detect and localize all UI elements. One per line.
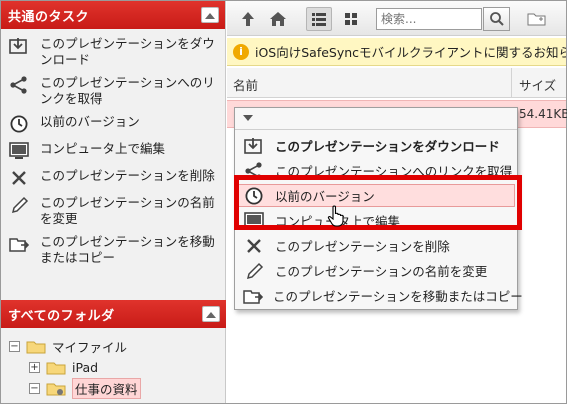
common-tasks-title: 共通のタスク xyxy=(8,9,90,25)
column-divider[interactable] xyxy=(511,68,512,98)
column-name-header[interactable]: 名前 xyxy=(233,75,258,94)
home-button[interactable] xyxy=(265,7,291,31)
tree-item-ipad[interactable]: + iPad xyxy=(9,357,141,378)
menu-item-label: このプレゼンテーションを移動またはコピー xyxy=(273,289,523,304)
task-label: このプレゼンテーションへのリンクを取得 xyxy=(40,75,215,106)
task-label: このプレゼンテーションの名前を変更 xyxy=(40,195,215,226)
monitor-icon xyxy=(8,141,30,161)
file-list-header: 名前 サイズ xyxy=(227,68,566,98)
task-label: コンピュータ上で編集 xyxy=(40,141,166,156)
folder-add-icon xyxy=(527,13,546,26)
grid-view-icon xyxy=(345,13,357,25)
task-list: このプレゼンテーションをダウンロード このプレゼンテーションへのリンクを取得 以… xyxy=(1,29,225,266)
move-copy-icon xyxy=(8,234,30,254)
task-label: 以前のバージョン xyxy=(40,114,140,129)
menu-item-label: このプレゼンテーションを削除 xyxy=(275,239,450,254)
common-tasks-header[interactable]: 共通のタスク xyxy=(1,1,225,29)
task-label: このプレゼンテーションを削除 xyxy=(40,168,215,183)
task-previous-versions[interactable]: 以前のバージョン xyxy=(8,114,225,134)
task-label: このプレゼンテーションを移動またはコピー xyxy=(40,234,215,265)
folder-icon xyxy=(46,362,66,374)
grid-view-button[interactable] xyxy=(338,7,364,31)
notice-text: iOS向けSafeSyncモバイルクライアントに関するお知らせ xyxy=(255,45,566,60)
clock-icon xyxy=(8,114,30,134)
menu-item-label: このプレゼンテーションへのリンクを取得 xyxy=(275,164,513,179)
tree-item-label: マイファイル xyxy=(52,340,128,355)
menu-item-label: このプレゼンテーションの名前を変更 xyxy=(275,264,488,279)
search-button[interactable] xyxy=(483,7,510,31)
task-get-link[interactable]: このプレゼンテーションへのリンクを取得 xyxy=(8,75,225,107)
collapse-common-tasks-button[interactable] xyxy=(201,7,219,23)
menu-item-rename[interactable]: このプレゼンテーションの名前を変更 xyxy=(235,258,517,283)
collapse-toggle[interactable]: − xyxy=(9,341,20,352)
menu-item-move-copy[interactable]: このプレゼンテーションを移動またはコピー xyxy=(235,283,523,308)
chevron-up-icon xyxy=(205,12,215,19)
list-view-icon xyxy=(312,13,326,26)
arrow-up-icon xyxy=(242,12,254,26)
home-icon xyxy=(270,12,286,26)
task-move-copy[interactable]: このプレゼンテーションを移動またはコピー xyxy=(8,234,225,266)
collapse-toggle[interactable]: − xyxy=(29,383,40,394)
folder-tree: − マイファイル + iPad − 仕事の資料 xyxy=(9,336,141,399)
tree-item-label: 仕事の資料 xyxy=(72,378,141,399)
tree-item-label: iPad xyxy=(72,360,99,375)
shared-folder-icon xyxy=(46,383,66,395)
download-icon xyxy=(243,136,265,156)
search-input[interactable] xyxy=(376,8,482,30)
menu-item-label: 以前のバージョン xyxy=(275,189,375,204)
task-delete[interactable]: このプレゼンテーションを削除 xyxy=(8,168,225,188)
pencil-icon xyxy=(243,261,265,281)
menu-item-delete[interactable]: このプレゼンテーションを削除 xyxy=(235,233,517,258)
tree-item-my-files[interactable]: − マイファイル xyxy=(9,336,141,357)
delete-x-icon xyxy=(243,236,265,256)
chevron-up-icon xyxy=(206,311,216,318)
menu-item-label: このプレゼンテーションをダウンロード xyxy=(275,139,500,154)
all-folders-header[interactable]: すべてのフォルダ xyxy=(1,300,226,328)
file-size: 54.41KB xyxy=(519,107,567,121)
context-menu-collapse[interactable] xyxy=(235,108,517,130)
menu-item-get-link[interactable]: このプレゼンテーションへのリンクを取得 xyxy=(235,158,517,183)
download-icon xyxy=(8,36,30,56)
task-edit-on-computer[interactable]: コンピュータ上で編集 xyxy=(8,141,225,161)
list-view-button[interactable] xyxy=(306,7,332,31)
folder-icon xyxy=(26,341,46,353)
move-copy-icon xyxy=(243,286,263,306)
chevron-down-icon xyxy=(243,115,253,121)
expand-toggle[interactable]: + xyxy=(29,362,40,373)
all-folders-panel: すべてのフォルダ xyxy=(1,300,226,328)
up-button[interactable] xyxy=(235,7,261,31)
menu-item-edit-on-computer[interactable]: コンピュータ上で編集 xyxy=(235,208,517,233)
column-size-header[interactable]: サイズ xyxy=(519,75,556,94)
clock-icon xyxy=(243,186,265,206)
collapse-folders-button[interactable] xyxy=(202,306,220,322)
notification-bar[interactable]: i iOS向けSafeSyncモバイルクライアントに関するお知らせ xyxy=(227,38,566,66)
monitor-icon xyxy=(243,211,265,231)
task-rename[interactable]: このプレゼンテーションの名前を変更 xyxy=(8,195,225,227)
hand-cursor-icon xyxy=(327,205,344,227)
task-label: このプレゼンテーションをダウンロード xyxy=(40,36,215,67)
sidebar: 共通のタスク このプレゼンテーションをダウンロード このプレゼンテーションへのリ… xyxy=(1,1,226,403)
context-menu: このプレゼンテーションをダウンロード このプレゼンテーションへのリンクを取得 以… xyxy=(234,107,523,310)
delete-x-icon xyxy=(8,168,30,188)
tree-item-work-materials[interactable]: − 仕事の資料 xyxy=(9,378,141,399)
menu-item-previous-versions[interactable]: 以前のバージョン xyxy=(235,183,517,208)
search-icon xyxy=(489,12,504,26)
task-download[interactable]: このプレゼンテーションをダウンロード xyxy=(8,36,225,68)
info-icon: i xyxy=(233,43,249,60)
menu-item-download[interactable]: このプレゼンテーションをダウンロード xyxy=(235,133,517,158)
share-link-icon xyxy=(8,75,30,95)
toolbar xyxy=(227,1,566,36)
all-folders-title: すべてのフォルダ xyxy=(8,308,115,324)
new-folder-button[interactable] xyxy=(527,7,567,31)
pencil-icon xyxy=(8,195,30,215)
share-link-icon xyxy=(243,161,265,181)
